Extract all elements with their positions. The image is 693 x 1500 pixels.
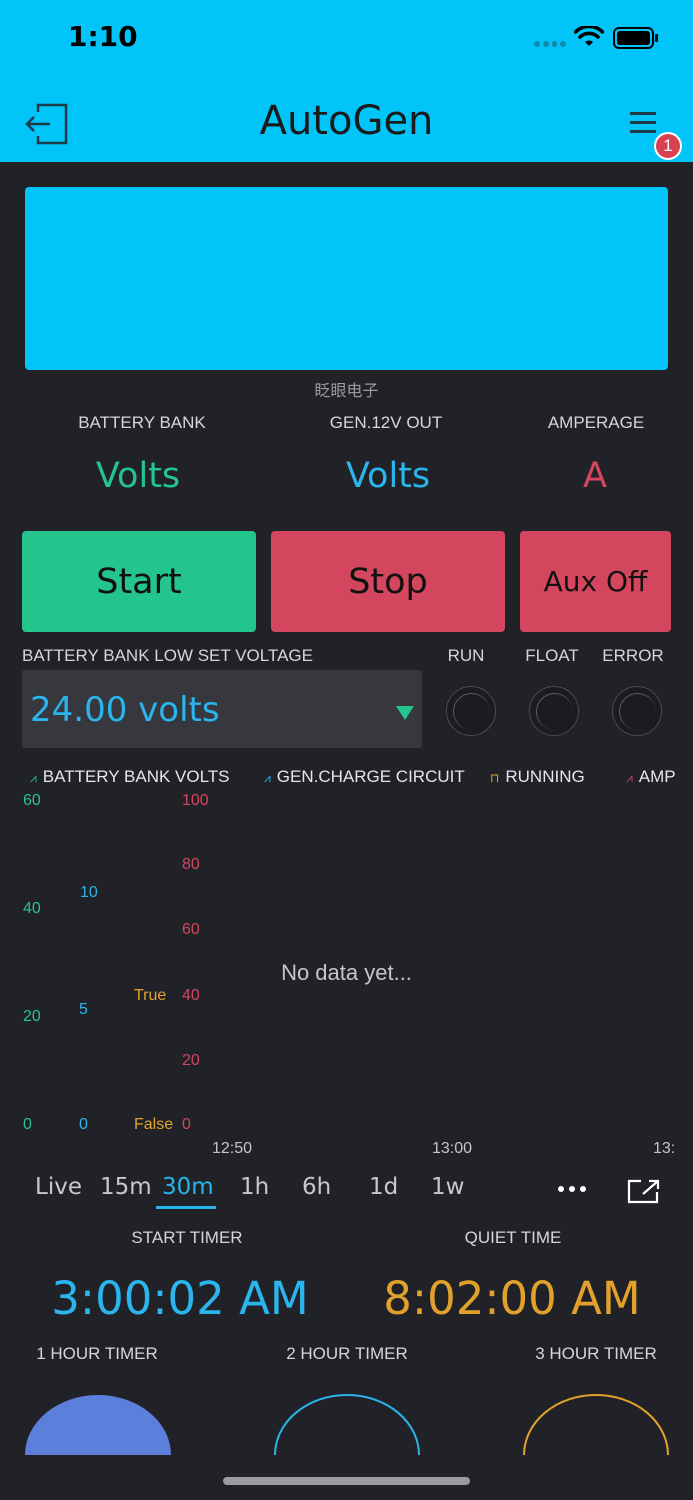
axis-tick: 20	[182, 1052, 200, 1069]
gen-12v-label: GEN.12V OUT	[329, 413, 443, 432]
active-range-indicator	[156, 1206, 216, 1209]
series-step-icon: ⊓	[490, 771, 500, 785]
gen-12v-value: Volts	[345, 456, 431, 496]
start-timer-value: 3:00:02 AM	[51, 1272, 309, 1325]
axis-tick: 40	[23, 900, 41, 917]
home-indicator[interactable]	[223, 1477, 470, 1485]
start-button[interactable]: Start	[22, 531, 256, 632]
1-hour-timer-label: 1 HOUR TIMER	[36, 1344, 158, 1363]
axis-tick: False	[134, 1116, 174, 1133]
dropdown-arrow-icon	[396, 706, 414, 720]
low-voltage-label: BATTERY BANK LOW SET VOLTAGE	[22, 646, 313, 665]
axis-tick: 80	[182, 856, 200, 873]
axis-tick: 0	[23, 1116, 32, 1133]
range-1d[interactable]: 1d	[369, 1174, 398, 1200]
axis-tick: 60	[182, 921, 200, 938]
legend-gen-charge[interactable]: ⩘ GEN.CHARGE CIRCUIT	[264, 767, 465, 787]
range-15m[interactable]: 15m	[100, 1174, 152, 1200]
lcd-display	[25, 187, 668, 370]
low-voltage-select[interactable]: 24.00 volts	[22, 670, 422, 748]
menu-icon[interactable]	[630, 110, 660, 136]
chart-empty-message: No data yet...	[281, 960, 412, 985]
3-hour-timer-label: 3 HOUR TIMER	[535, 1344, 657, 1363]
app-header: AutoGen	[0, 80, 693, 162]
axis-tick: True	[134, 987, 167, 1004]
range-30m[interactable]: 30m	[162, 1174, 214, 1200]
battery-bank-label: BATTERY BANK	[78, 413, 206, 432]
stop-button[interactable]: Stop	[271, 531, 505, 632]
series-line-icon: ⩘	[30, 771, 37, 785]
run-label: RUN	[447, 646, 485, 665]
battery-bank-value: Volts	[95, 456, 181, 496]
more-icon[interactable]	[558, 1186, 586, 1192]
app-title: AutoGen	[259, 98, 434, 144]
signal-icon	[534, 41, 566, 47]
series-line-icon: ⩘	[626, 771, 633, 785]
axis-tick: 40	[182, 987, 200, 1004]
float-label: FLOAT	[525, 646, 579, 665]
amperage-value: A	[583, 456, 607, 496]
axis-tick: 10	[80, 884, 98, 901]
series-line-icon: ⩘	[264, 771, 271, 785]
range-1w[interactable]: 1w	[431, 1174, 464, 1200]
battery-icon	[613, 27, 658, 49]
status-bar: 1:10	[0, 0, 693, 80]
quiet-time-label: QUIET TIME	[464, 1228, 562, 1247]
notification-badge: 1	[654, 132, 682, 160]
run-led	[446, 686, 496, 736]
legend-amp[interactable]: ⩘ AMP	[626, 767, 676, 787]
axis-tick: 0	[182, 1116, 191, 1133]
2-hour-timer-gauge[interactable]	[273, 1394, 421, 1456]
axis-tick: 0	[79, 1116, 88, 1133]
axis-tick: 20	[23, 1008, 41, 1025]
amperage-label: AMPERAGE	[547, 413, 645, 432]
lcd-caption: 眨眼电子	[314, 383, 379, 400]
x-tick: 12:50	[212, 1140, 253, 1157]
axis-tick: 5	[79, 1001, 88, 1018]
x-tick: 13:	[653, 1140, 676, 1157]
legend-running[interactable]: ⊓ RUNNING	[490, 767, 585, 787]
range-1h[interactable]: 1h	[240, 1174, 269, 1200]
low-voltage-value: 24.00 volts	[30, 690, 220, 730]
status-time: 1:10	[68, 20, 138, 53]
error-led	[612, 686, 662, 736]
legend-battery-volts[interactable]: ⩘ BATTERY BANK VOLTS	[30, 767, 230, 787]
range-live[interactable]: Live	[35, 1174, 82, 1200]
float-led	[529, 686, 579, 736]
axis-tick: 60	[23, 792, 41, 809]
axis-tick: 100	[182, 792, 209, 809]
error-label: ERROR	[602, 646, 664, 665]
2-hour-timer-label: 2 HOUR TIMER	[286, 1344, 408, 1363]
range-6h[interactable]: 6h	[302, 1174, 331, 1200]
1-hour-timer-gauge[interactable]	[24, 1394, 172, 1456]
wifi-icon	[574, 26, 604, 46]
quiet-time-value: 8:02:00 AM	[383, 1272, 641, 1325]
start-timer-label: START TIMER	[131, 1228, 243, 1247]
fullscreen-icon[interactable]	[627, 1178, 661, 1204]
aux-off-button[interactable]: Aux Off	[520, 531, 671, 632]
x-tick: 13:00	[432, 1140, 473, 1157]
3-hour-timer-gauge[interactable]	[522, 1394, 670, 1456]
